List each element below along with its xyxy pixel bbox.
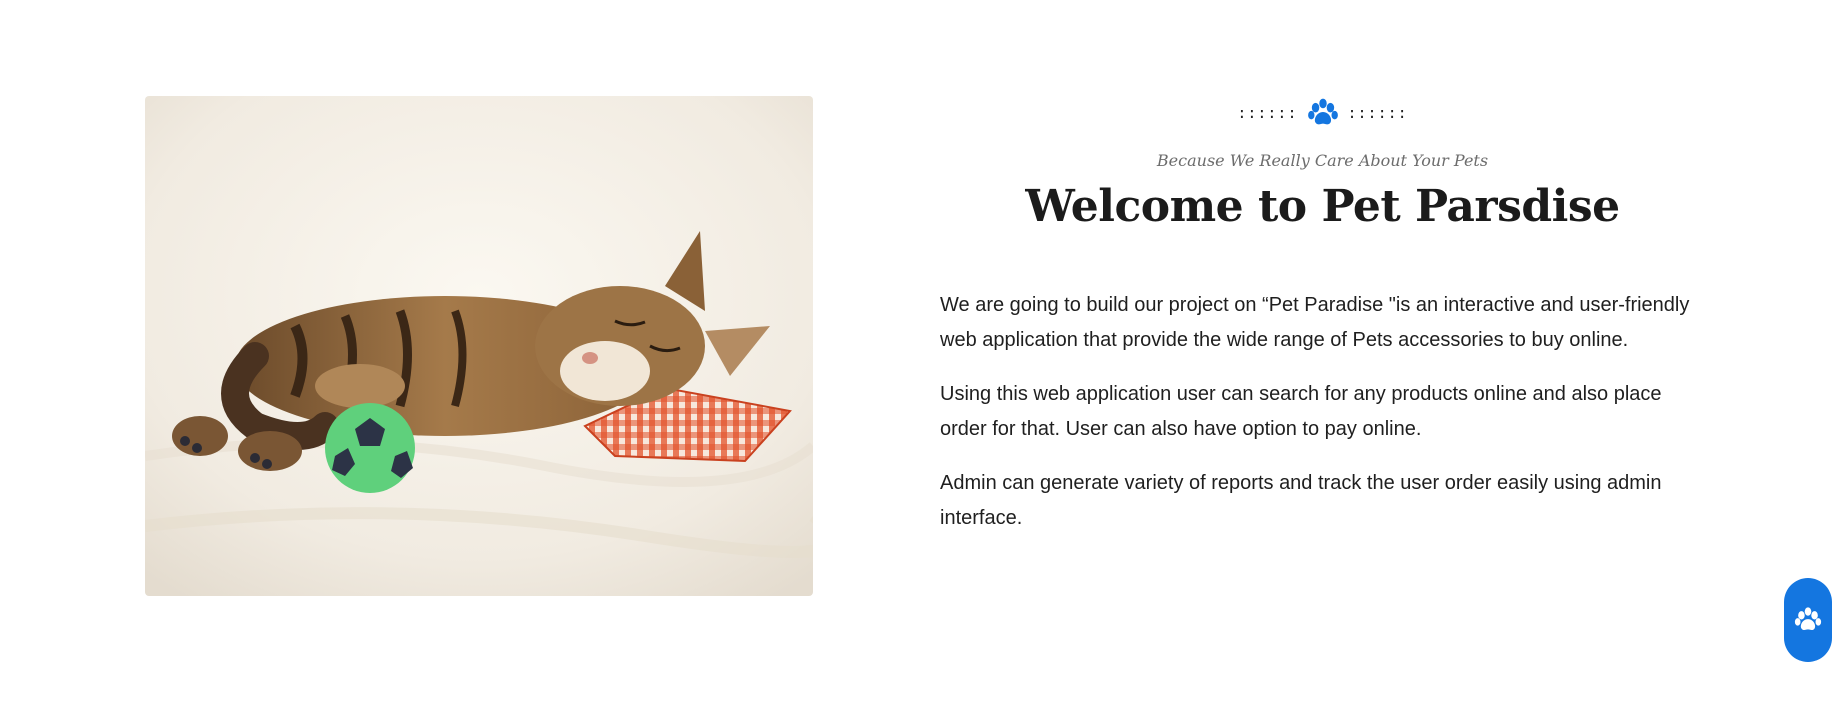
- section-divider: :::::: ::::::: [940, 96, 1705, 130]
- kitten-photo: [145, 96, 813, 596]
- paw-icon: [1306, 96, 1340, 130]
- about-content: :::::: :::::: Because We Really Care Abo…: [940, 96, 1705, 555]
- about-paragraphs: We are going to build our project on “Pe…: [940, 288, 1705, 536]
- section-subtitle: Because We Really Care About Your Pets: [1156, 151, 1489, 170]
- floating-paw-button[interactable]: [1784, 578, 1832, 662]
- about-paragraph-3: Admin can generate variety of reports an…: [940, 472, 1662, 529]
- about-paragraph-1: We are going to build our project on “Pe…: [940, 294, 1690, 351]
- section-title: Welcome to Pet Parsdise: [1025, 181, 1620, 232]
- divider-dots-right: ::::::: [1347, 104, 1408, 122]
- about-section: :::::: :::::: Because We Really Care Abo…: [0, 0, 1840, 714]
- about-paragraph-2: Using this web application user can sear…: [940, 383, 1662, 440]
- paw-icon: [1794, 607, 1822, 630]
- divider-dots-left: ::::::: [1237, 104, 1298, 122]
